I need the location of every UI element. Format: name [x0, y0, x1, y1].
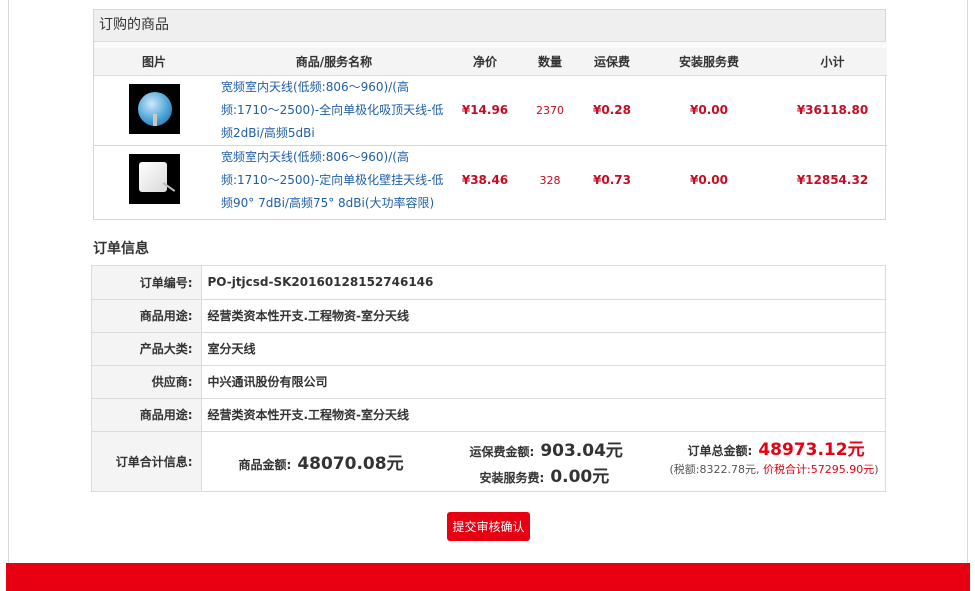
product-price: ¥14.96	[461, 103, 509, 117]
order-info-row: 产品大类: 室分天线	[92, 332, 885, 366]
product-row: 宽频室内天线(低频:806～960)/(高频:1710～2500)-定向单极化壁…	[94, 144, 887, 215]
shipping-amount: 运保费金额: 903.04元	[470, 436, 623, 461]
shipping-amount-value: 903.04元	[540, 440, 623, 461]
product-usage-label: 商品用途:	[92, 299, 202, 333]
product-qty: 2370	[536, 103, 564, 117]
grand-total: 订单总金额: 48973.12元	[688, 435, 865, 460]
product-subtotal: ¥36118.80	[796, 103, 869, 117]
order-number-label: 订单编号:	[92, 266, 202, 300]
service-fee: 安装服务费: 0.00元	[480, 462, 610, 487]
product-name-link[interactable]: 宽频室内天线(低频:806～960)/(高频:1710～2500)-定向单极化壁…	[214, 144, 454, 215]
order-info-row: 商品用途: 经营类资本性开支.工程物资-室分天线	[92, 398, 885, 432]
service-fee-value: 0.00元	[550, 466, 610, 487]
shipping-amount-label: 运保费金额:	[469, 444, 535, 459]
product-install-fee: ¥0.00	[690, 103, 728, 117]
product-subtotal: ¥12854.32	[778, 144, 887, 215]
order-info-row: 订单编号: PO-jtjcsd-SK20160128152746146	[92, 266, 885, 300]
product-row: 宽频室内天线(低频:806～960)/(高频:1710～2500)-全向单极化吸…	[94, 75, 887, 145]
grand-total-value: 48973.12元	[758, 439, 865, 460]
service-fee-label: 安装服务费:	[479, 470, 545, 485]
order-number-value: PO-jtjcsd-SK20160128152746146	[201, 266, 885, 300]
ceiling-antenna-image[interactable]	[128, 83, 180, 134]
product-qty: 328	[516, 144, 584, 215]
goods-amount: 商品金额: 48070.08元	[239, 449, 404, 474]
supplier-label: 供应商:	[92, 365, 202, 399]
panel-antenna-image[interactable]	[128, 153, 180, 204]
product-usage-value: 经营类资本性开支.工程物资-室分天线	[201, 299, 885, 333]
order-info-table: 订单编号: PO-jtjcsd-SK20160128152746146 商品用途…	[92, 266, 885, 491]
product-category-label: 产品大类:	[92, 332, 202, 366]
goods-amount-value: 48070.08元	[297, 453, 404, 474]
product-install-fee: ¥0.00	[640, 144, 778, 215]
total-with-tax-label: 价税合计:	[763, 462, 811, 476]
footer-bar	[6, 563, 970, 591]
order-info-title: 订单信息	[93, 241, 149, 257]
submit-review-button[interactable]: 提交审核确认	[447, 512, 530, 541]
products-header-row: 图片 商品/服务名称 净价 数量 运保费 安装服务费 小计	[94, 42, 887, 76]
order-info-row: 商品用途: 经营类资本性开支.工程物资-室分天线	[92, 299, 885, 333]
col-header-image: 图片	[94, 42, 214, 76]
product-usage-label: 商品用途:	[92, 398, 202, 432]
order-totals-label: 订单合计信息:	[92, 431, 202, 491]
col-header-name: 商品/服务名称	[214, 42, 454, 76]
col-header-price: 净价	[454, 42, 516, 76]
supplier-value: 中兴通讯股份有限公司	[201, 365, 885, 399]
order-info-panel: 订单编号: PO-jtjcsd-SK20160128152746146 商品用途…	[91, 265, 886, 492]
col-header-qty: 数量	[516, 42, 584, 76]
grand-total-label: 订单总金额:	[687, 443, 753, 458]
ordered-products-panel: 订购的商品 图片 商品/服务名称 净价 数量 运保费 安装服务费 小计 宽频室内…	[93, 9, 887, 220]
total-with-tax-value: 57295.90	[810, 462, 864, 476]
order-info-row: 供应商: 中兴通讯股份有限公司	[92, 365, 885, 399]
col-header-subtotal: 小计	[778, 42, 887, 76]
col-header-shipping: 运保费	[584, 42, 640, 76]
order-totals: 商品金额: 48070.08元 运保费金额: 903.04元 安装服务费: 0.00元…	[202, 432, 886, 491]
products-table: 图片 商品/服务名称 净价 数量 运保费 安装服务费 小计 宽频室内天线(低频:…	[94, 42, 887, 215]
tax-value: 8322.78元	[699, 462, 757, 476]
products-panel-title: 订购的商品	[94, 10, 885, 42]
goods-amount-label: 商品金额:	[238, 457, 292, 472]
tax-summary: (税额:8322.78元, 价税合计:57295.90元)	[669, 462, 879, 476]
product-shipping: ¥0.73	[584, 144, 640, 215]
order-totals-row: 订单合计信息: 商品金额: 48070.08元 运保费金额: 903.04元 安装服…	[92, 431, 885, 491]
product-category-value: 室分天线	[201, 332, 885, 366]
col-header-install: 安装服务费	[640, 42, 778, 76]
product-shipping: ¥0.28	[593, 103, 631, 117]
product-name-link[interactable]: 宽频室内天线(低频:806～960)/(高频:1710～2500)-全向单极化吸…	[214, 75, 454, 145]
product-price: ¥38.46	[454, 144, 516, 215]
product-usage-value: 经营类资本性开支.工程物资-室分天线	[201, 398, 885, 432]
